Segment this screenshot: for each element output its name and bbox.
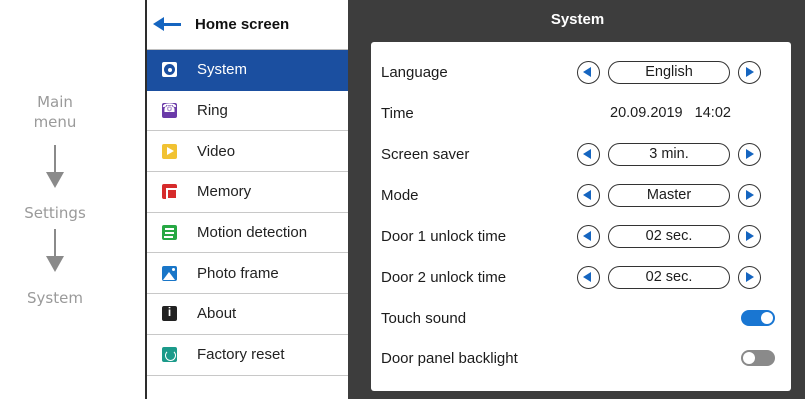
phone-icon bbox=[162, 101, 177, 119]
flow-step-system: System bbox=[27, 289, 83, 307]
setting-label: Time bbox=[381, 104, 414, 122]
setting-row-time[interactable]: Time 20.09.2019 14:02 bbox=[371, 93, 791, 133]
panel-title: System bbox=[550, 11, 605, 28]
date-value: 20.09.2019 bbox=[610, 105, 683, 121]
screen-saver-stepper: 3 min. bbox=[577, 142, 761, 166]
gear-icon bbox=[162, 62, 177, 78]
flow-step-settings: Settings bbox=[24, 204, 86, 222]
setting-row-mode: Mode Master bbox=[371, 175, 791, 215]
next-arrow-icon[interactable] bbox=[738, 142, 761, 166]
flow-arrow-down-icon bbox=[46, 229, 64, 272]
motion-icon bbox=[162, 225, 177, 241]
next-arrow-icon[interactable] bbox=[738, 265, 761, 289]
setting-row-language: Language English bbox=[371, 52, 791, 92]
door1-unlock-stepper: 02 sec. bbox=[577, 224, 761, 248]
setting-label: Touch sound bbox=[381, 309, 467, 327]
menu-item-memory[interactable]: Memory bbox=[147, 172, 348, 213]
setting-label: Door panel backlight bbox=[381, 349, 518, 367]
menu-item-video[interactable]: Video bbox=[147, 131, 348, 173]
next-arrow-icon[interactable] bbox=[738, 60, 761, 84]
back-arrow-icon[interactable] bbox=[147, 0, 191, 50]
reset-icon bbox=[162, 347, 177, 363]
play-icon bbox=[162, 143, 177, 159]
backlight-toggle[interactable] bbox=[741, 350, 775, 366]
navigation-flow-caption: Main menu Settings System bbox=[0, 0, 145, 399]
language-value: English bbox=[608, 60, 730, 84]
menu-item-label: About bbox=[197, 305, 237, 323]
menu-header-title: Home screen bbox=[195, 16, 290, 33]
menu-item-factory-reset[interactable]: Factory reset bbox=[147, 335, 348, 376]
previous-arrow-icon[interactable] bbox=[577, 224, 600, 248]
menu-item-label: Video bbox=[197, 142, 236, 160]
setting-row-door-panel-backlight: Door panel backlight bbox=[371, 338, 791, 378]
setting-row-door1-unlock-time: Door 1 unlock time 02 sec. bbox=[371, 216, 791, 256]
previous-arrow-icon[interactable] bbox=[577, 142, 600, 166]
previous-arrow-icon[interactable] bbox=[577, 183, 600, 207]
menu-item-photo-frame[interactable]: Photo frame bbox=[147, 253, 348, 295]
setting-label: Screen saver bbox=[381, 145, 470, 163]
setting-label: Language bbox=[381, 63, 448, 81]
setting-label: Door 1 unlock time bbox=[381, 227, 507, 245]
menu-header: Home screen bbox=[147, 0, 348, 50]
mode-stepper: Master bbox=[577, 183, 761, 207]
menu-item-label: Factory reset bbox=[197, 346, 285, 364]
menu-item-label: Memory bbox=[197, 183, 252, 201]
menu-item-label: Photo frame bbox=[197, 264, 279, 282]
next-arrow-icon[interactable] bbox=[738, 183, 761, 207]
previous-arrow-icon[interactable] bbox=[577, 265, 600, 289]
previous-arrow-icon[interactable] bbox=[577, 60, 600, 84]
menu-item-motion-detection[interactable]: Motion detection bbox=[147, 213, 348, 254]
clock-value: 14:02 bbox=[694, 105, 731, 121]
system-settings-card: Language English Time 20.09.2019 14:02 S… bbox=[371, 42, 791, 391]
setting-row-touch-sound: Touch sound bbox=[371, 298, 791, 338]
flow-step-main-menu: Main menu bbox=[33, 93, 77, 131]
menu-item-system[interactable]: System bbox=[147, 50, 348, 91]
door1-unlock-value: 02 sec. bbox=[608, 224, 730, 248]
door2-unlock-value: 02 sec. bbox=[608, 265, 730, 289]
menu-item-about[interactable]: About bbox=[147, 294, 348, 335]
time-value[interactable]: 20.09.2019 14:02 bbox=[610, 105, 731, 121]
menu-item-label: Ring bbox=[197, 102, 228, 120]
setting-label: Mode bbox=[381, 186, 419, 204]
device-screen: Home screen System Ring Video Memory Mot… bbox=[145, 0, 805, 399]
language-stepper: English bbox=[577, 60, 761, 84]
setting-label: Door 2 unlock time bbox=[381, 268, 507, 286]
setting-row-door2-unlock-time: Door 2 unlock time 02 sec. bbox=[371, 257, 791, 297]
door2-unlock-stepper: 02 sec. bbox=[577, 265, 761, 289]
flow-arrow-down-icon bbox=[46, 145, 64, 188]
next-arrow-icon[interactable] bbox=[738, 224, 761, 248]
mode-value: Master bbox=[608, 183, 730, 207]
screen-saver-value: 3 min. bbox=[608, 142, 730, 166]
setting-row-screen-saver: Screen saver 3 min. bbox=[371, 134, 791, 174]
touch-sound-toggle[interactable] bbox=[741, 310, 775, 326]
photo-icon bbox=[162, 265, 177, 281]
settings-menu: Home screen System Ring Video Memory Mot… bbox=[145, 0, 348, 399]
menu-item-label: System bbox=[197, 61, 248, 79]
menu-item-ring[interactable]: Ring bbox=[147, 91, 348, 132]
memory-icon bbox=[162, 184, 178, 200]
info-icon bbox=[162, 305, 177, 322]
menu-item-label: Motion detection bbox=[197, 224, 308, 242]
